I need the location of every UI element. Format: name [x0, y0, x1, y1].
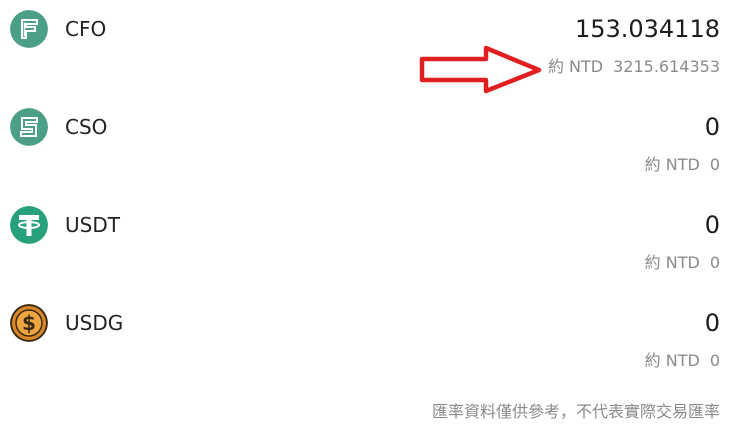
asset-row-usdt[interactable]: USDT 0 約 NTD 0: [0, 196, 740, 294]
coin-symbol: CFO: [65, 17, 107, 41]
coin-symbol: USDG: [65, 311, 124, 335]
fiat-value: 0: [709, 155, 720, 174]
fiat-equivalent: 約 NTD 0: [645, 252, 720, 274]
exchange-rate-disclaimer: 匯率資料僅供參考，不代表實際交易匯率: [431, 402, 720, 421]
approx-ntd-label: 約 NTD: [644, 155, 700, 174]
fiat-equivalent: 約 NTD 0: [645, 154, 720, 176]
coin-amount: 0: [704, 113, 720, 141]
fiat-value: 0: [709, 253, 720, 272]
coin-amount: 0: [704, 309, 720, 337]
fiat-equivalent: 約 NTD 0: [645, 350, 720, 372]
fiat-value: 3215.614353: [613, 57, 720, 76]
coin-amount: 153.034118: [574, 15, 720, 43]
coin-symbol: CSO: [65, 115, 108, 139]
asset-row-usdg[interactable]: $ USDG 0 約 NTD 0: [0, 294, 740, 392]
fiat-equivalent: 約 NTD 3215.614353: [548, 56, 720, 78]
approx-ntd-label: 約 NTD: [547, 57, 604, 76]
approx-ntd-label: 約 NTD: [644, 351, 700, 370]
cfo-coin-icon: [10, 10, 48, 48]
cso-coin-icon: [10, 108, 48, 146]
fiat-value: 0: [709, 351, 720, 370]
approx-ntd-label: 約 NTD: [644, 253, 700, 272]
asset-row-cso[interactable]: CSO 0 約 NTD 0: [0, 98, 740, 196]
red-arrow-annotation: [419, 45, 542, 94]
coin-amount: 0: [704, 211, 720, 239]
tether-icon: [10, 206, 48, 244]
asset-row-cfo[interactable]: CFO 153.034118 約 NTD 3215.614353: [0, 0, 740, 98]
coin-symbol: USDT: [65, 213, 120, 237]
dollar-coin-icon: $: [10, 304, 48, 342]
svg-text:$: $: [22, 311, 36, 335]
